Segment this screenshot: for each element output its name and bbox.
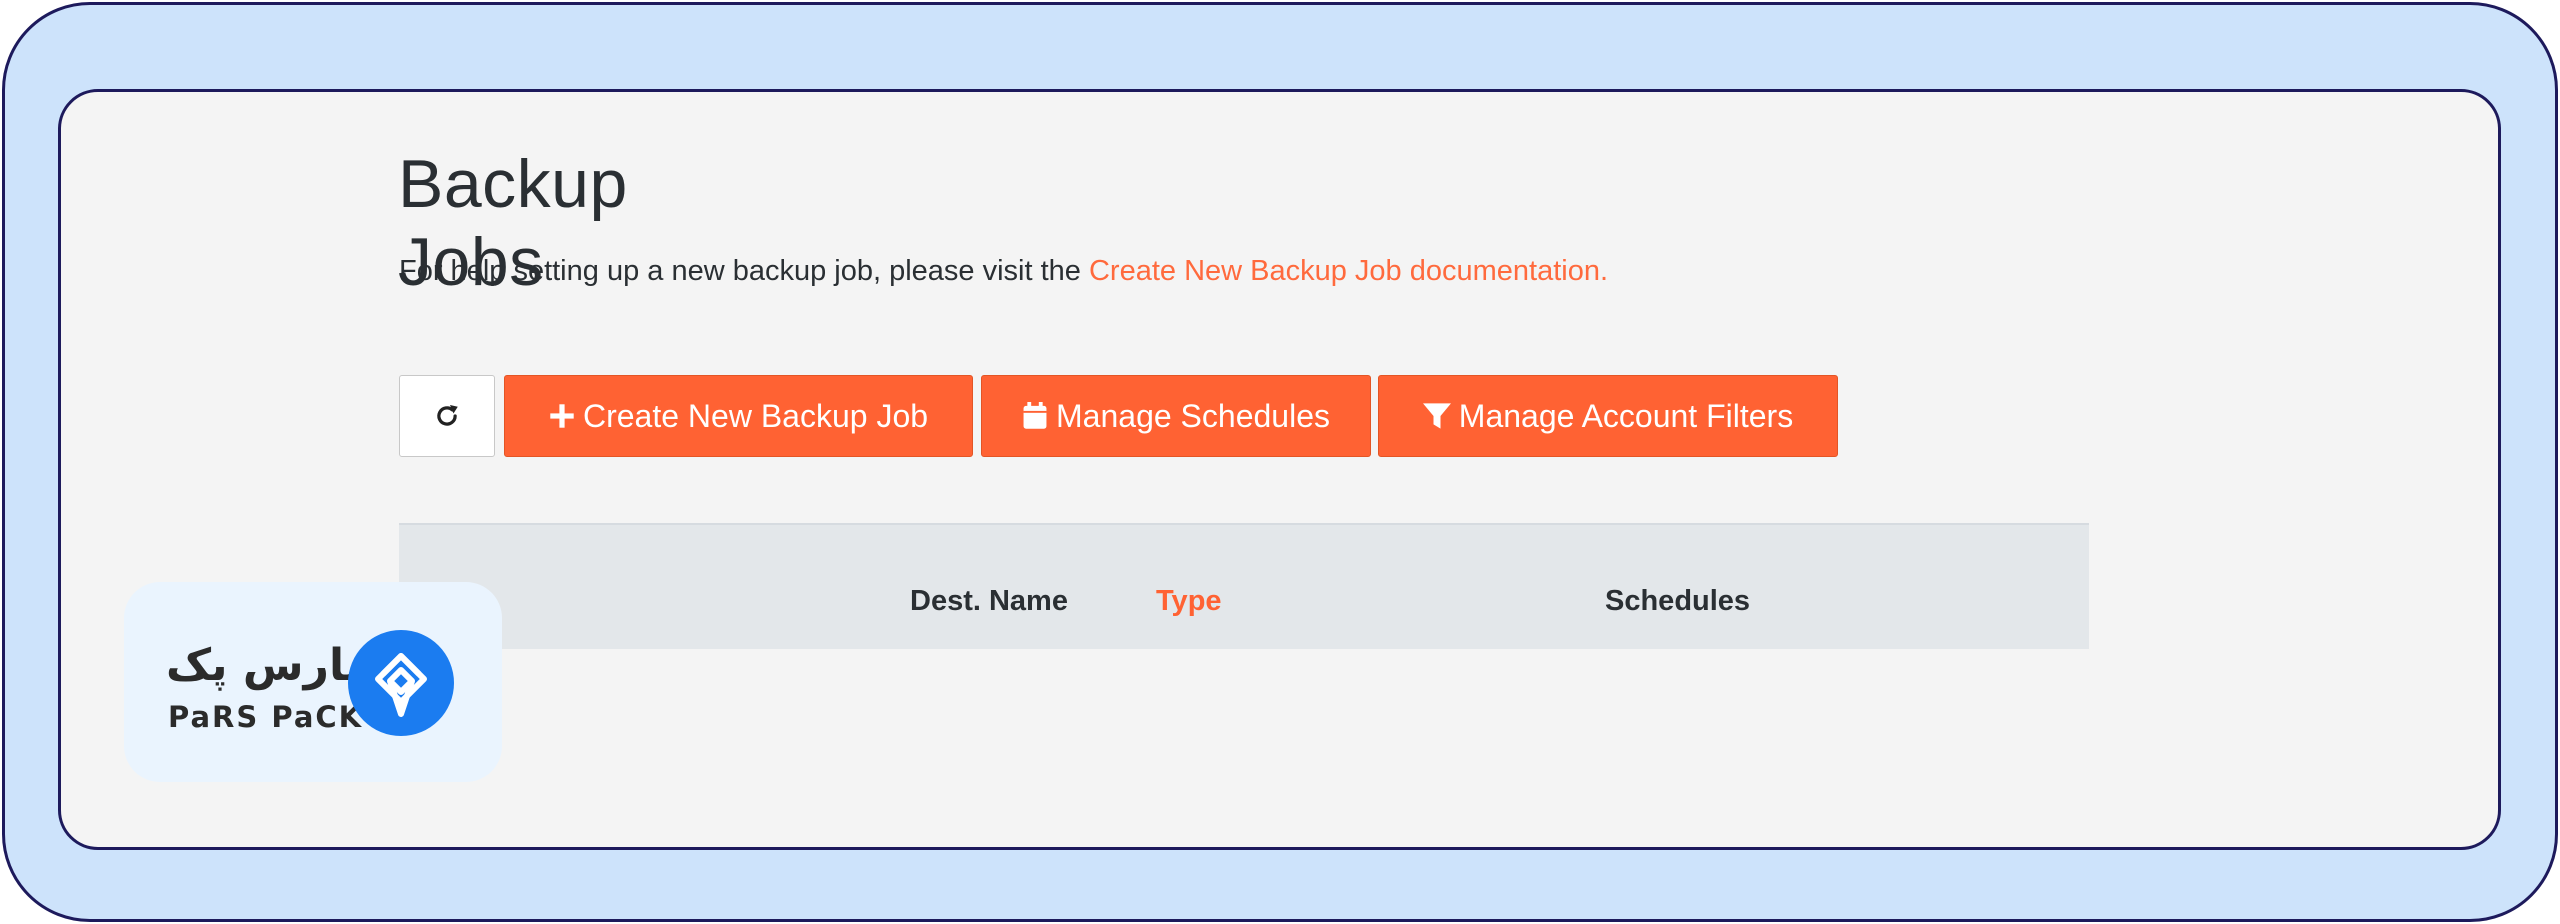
parspack-logo-icon (348, 630, 454, 736)
help-documentation-link[interactable]: Create New Backup Job documentation. (1089, 255, 1608, 287)
brand-logo-card: پارس پک PaRS PaCK (124, 582, 502, 782)
manage-schedules-label: Manage Schedules (1056, 397, 1330, 434)
manage-account-filters-button[interactable]: Manage Account Filters (1378, 375, 1838, 457)
help-text: For help setting up a new backup job, pl… (399, 255, 1608, 288)
refresh-button[interactable] (399, 375, 495, 457)
manage-schedules-button[interactable]: Manage Schedules (981, 375, 1371, 457)
column-header-dest-name: Dest. Name (910, 585, 1068, 617)
refresh-icon (432, 401, 462, 431)
brand-name-fa: پارس پک (166, 640, 362, 691)
column-header-type[interactable]: Type (1156, 585, 1222, 618)
filter-icon (1422, 402, 1451, 430)
calendar-icon (1022, 402, 1048, 430)
table-header: ame Dest. Name Type Schedules (399, 523, 2089, 649)
plus-icon (549, 403, 575, 429)
manage-account-filters-label: Manage Account Filters (1458, 397, 1794, 434)
help-text-prefix: For help setting up a new backup job, pl… (399, 255, 1089, 287)
create-backup-job-label: Create New Backup Job (582, 397, 929, 434)
column-header-schedules: Schedules (1605, 585, 1751, 617)
brand-name-en: PaRS PaCK (168, 700, 364, 734)
create-backup-job-button[interactable]: Create New Backup Job (504, 375, 973, 457)
